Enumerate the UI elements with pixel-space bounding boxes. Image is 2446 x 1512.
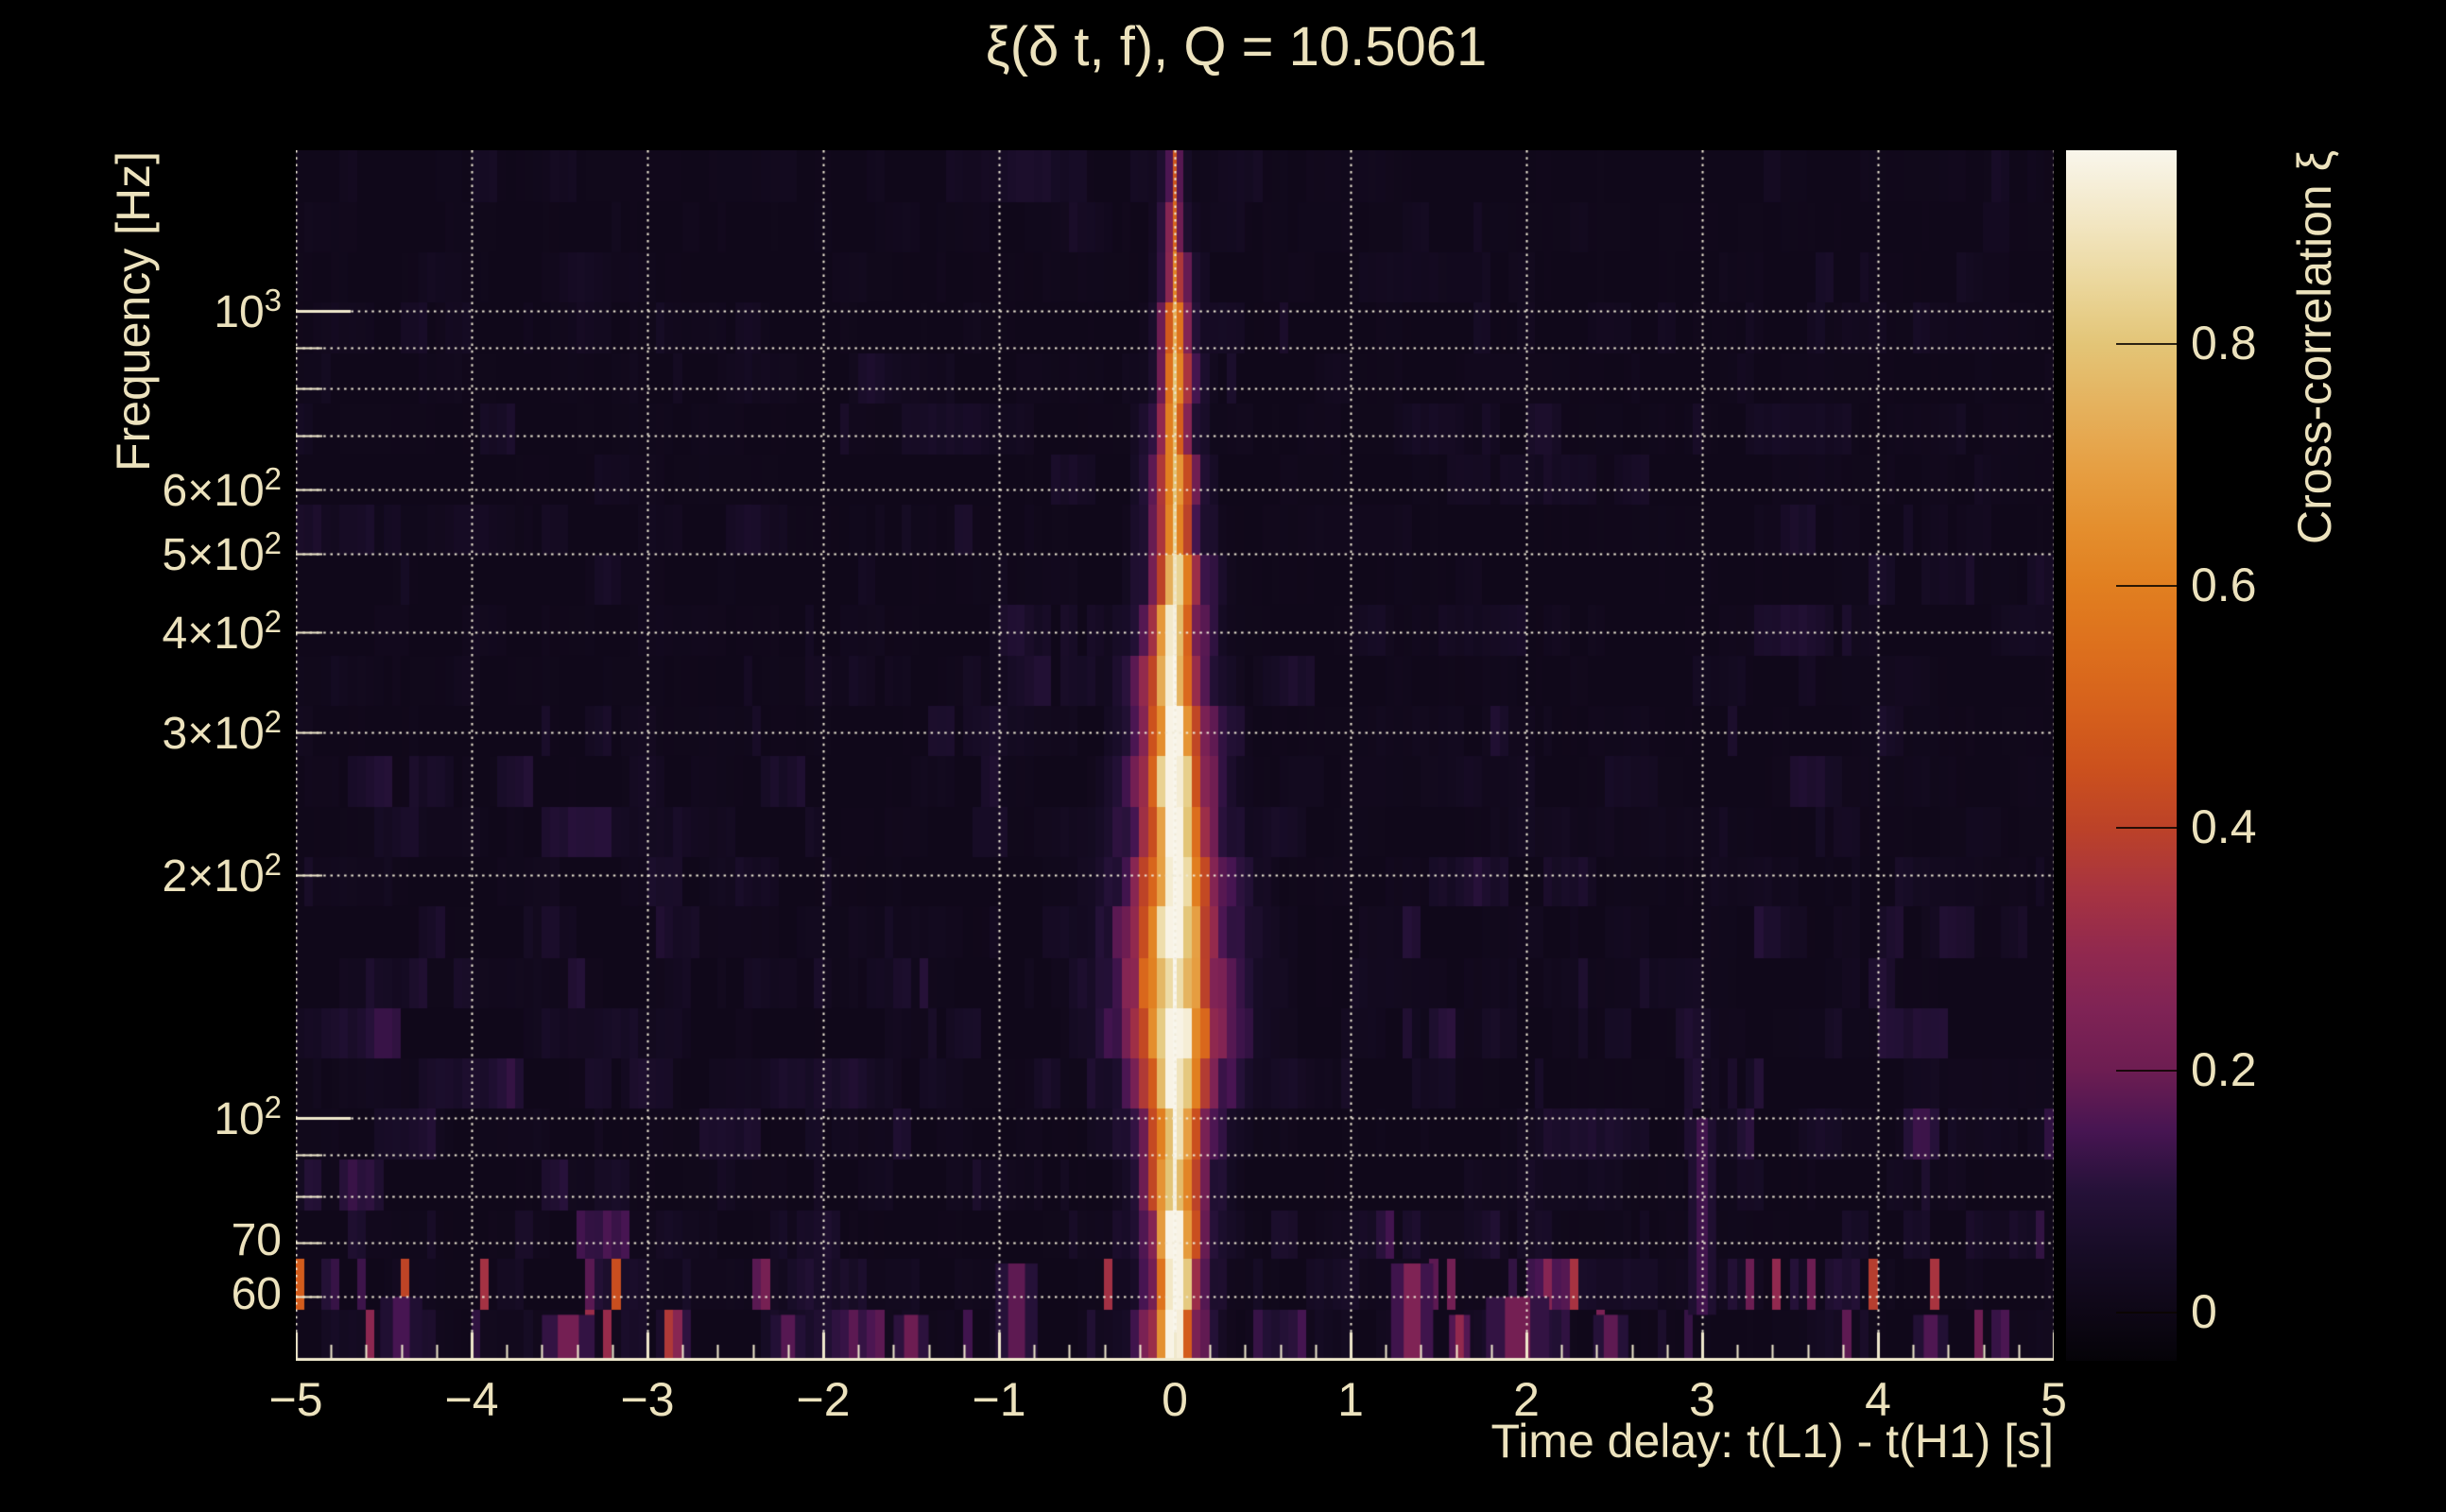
colorbar-tick-mark <box>2116 1312 2177 1314</box>
y-tick-label: 70 <box>8 1214 282 1266</box>
y-tick-label: 3×102 <box>8 704 282 760</box>
colorbar-tick-label: 0.4 <box>2191 799 2257 854</box>
colorbar-tick-label: 0.8 <box>2191 316 2257 370</box>
heatmap-plot-area <box>296 150 2054 1361</box>
x-tick-label: −1 <box>972 1372 1025 1427</box>
y-tick-label: 102 <box>8 1090 282 1145</box>
x-tick-label: −2 <box>796 1372 850 1427</box>
x-tick-label: 4 <box>1865 1372 1891 1427</box>
x-tick-label: −3 <box>620 1372 674 1427</box>
colorbar-tick-label: 0.2 <box>2191 1042 2257 1097</box>
colorbar-tick-mark <box>2116 1070 2177 1072</box>
colorbar-tick-mark <box>2116 343 2177 345</box>
colorbar-tick-mark <box>2116 585 2177 587</box>
y-tick-label: 4×102 <box>8 604 282 660</box>
colorbar-tick-label: 0.6 <box>2191 558 2257 612</box>
y-tick-label: 6×102 <box>8 461 282 517</box>
x-tick-label: −4 <box>444 1372 498 1427</box>
colorbar-gradient <box>2066 150 2177 1361</box>
x-tick-label: 3 <box>1689 1372 1715 1427</box>
y-tick-label: 5×102 <box>8 525 282 581</box>
x-tick-label: 2 <box>1513 1372 1540 1427</box>
y-tick-label: 60 <box>8 1268 282 1320</box>
y-tick-label: 103 <box>8 283 282 338</box>
colorbar-tick-label: 0 <box>2191 1284 2217 1339</box>
colorbar-title: Cross-correlation ξ <box>2287 150 2342 544</box>
x-axis-title: Time delay: t(L1) - t(H1) [s] <box>1491 1414 2054 1469</box>
x-tick-label: −5 <box>268 1372 322 1427</box>
y-tick-label: 2×102 <box>8 847 282 902</box>
chart-title: ξ(δ t, f), Q = 10.5061 <box>986 15 1488 78</box>
colorbar-tick-mark <box>2116 827 2177 829</box>
x-tick-label: 0 <box>1162 1372 1188 1427</box>
x-tick-label: 1 <box>1337 1372 1364 1427</box>
x-tick-label: 5 <box>2041 1372 2067 1427</box>
figure: ξ(δ t, f), Q = 10.5061 Frequency [Hz] Ti… <box>0 0 2446 1512</box>
